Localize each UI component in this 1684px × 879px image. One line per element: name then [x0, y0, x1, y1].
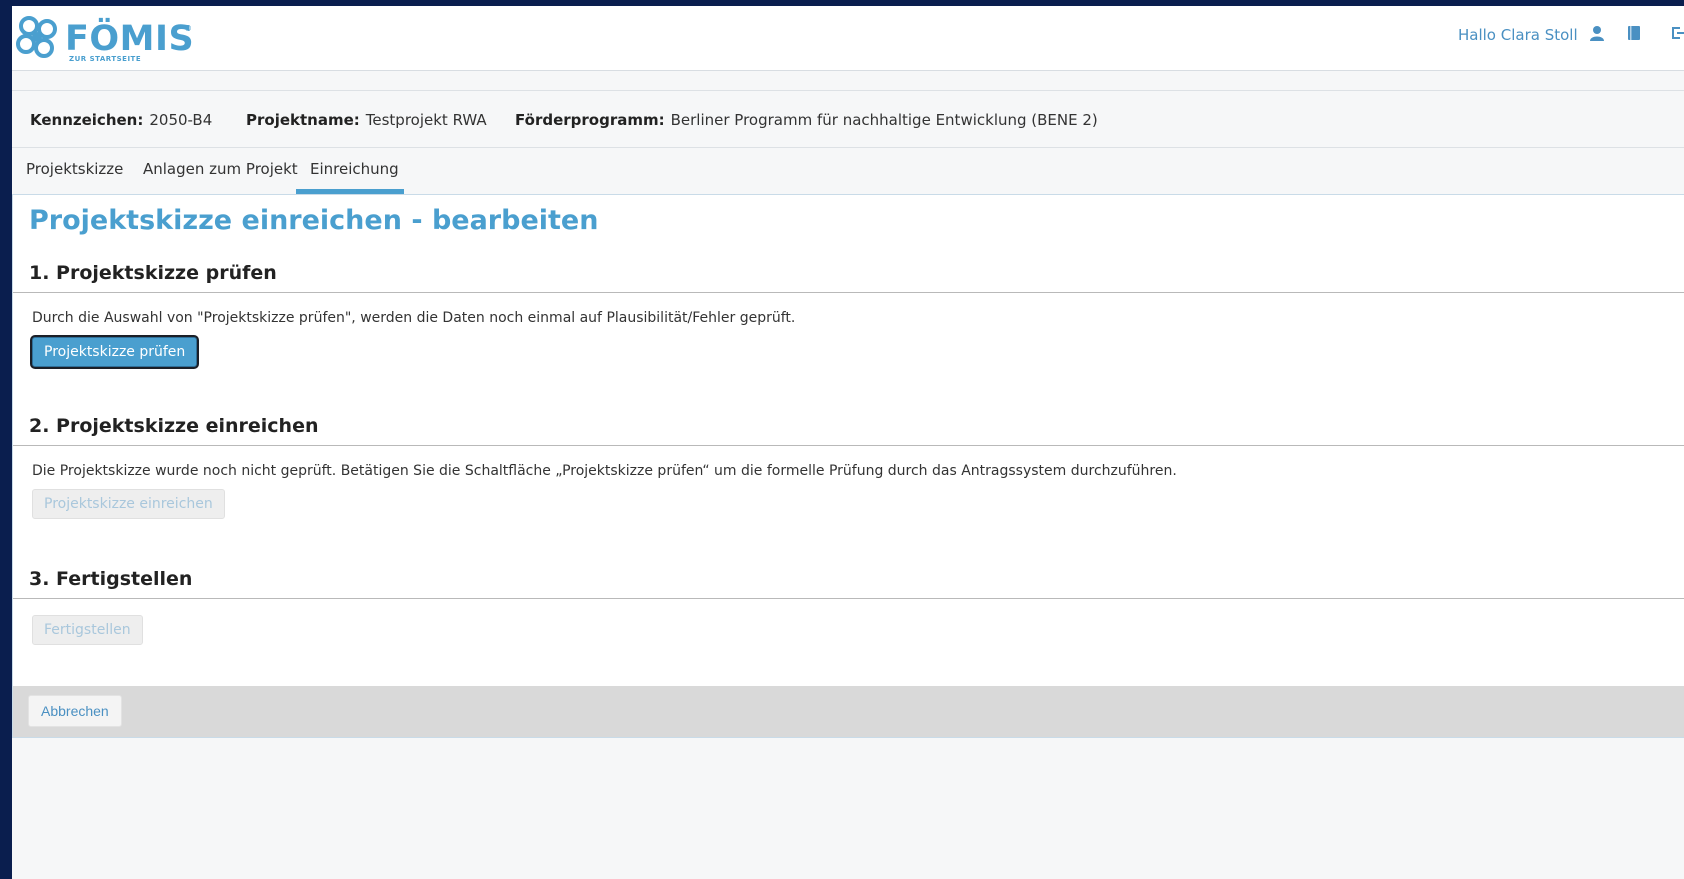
kennzeichen-field: Kennzeichen: 2050-B4 — [30, 111, 212, 129]
foerderprogramm-label: Förderprogramm: — [515, 111, 665, 129]
projektname-value: Testprojekt RWA — [365, 111, 487, 129]
section-heading-pruefen: 1. Projektskizze prüfen — [29, 262, 277, 284]
tab-anlagen-zum-projekt[interactable]: Anlagen zum Projekt — [143, 154, 298, 194]
foerderprogramm-value: Berliner Programm für nachhaltige Entwic… — [670, 111, 1098, 129]
home-logo-link[interactable]: FÖMIS ® ZUR STARTSEITE — [14, 14, 194, 66]
section-description-pruefen: Durch die Auswahl von "Projektskizze prü… — [32, 310, 796, 326]
projektname-label: Projektname: — [246, 111, 360, 129]
project-info-bar: Kennzeichen: 2050-B4 Projektname: Testproj… — [12, 90, 1684, 148]
section-divider — [13, 445, 1684, 446]
form-footer-bar: Abbrechen — [13, 686, 1684, 737]
section-heading-einreichen: 2. Projektskizze einreichen — [29, 415, 319, 437]
section-description-einreichen: Die Projektskizze wurde noch nicht geprü… — [32, 463, 1177, 479]
projektname-field: Projektname: Testprojekt RWA — [246, 111, 487, 129]
logo-wordmark: FÖMIS — [65, 19, 195, 59]
book-icon[interactable] — [1627, 25, 1641, 41]
section-heading-fertigstellen: 3. Fertigstellen — [29, 568, 193, 590]
app-window: FÖMIS ® ZUR STARTSEITE Hallo Clara Stoll… — [12, 6, 1684, 879]
logout-icon[interactable] — [1670, 25, 1684, 41]
kennzeichen-label: Kennzeichen: — [30, 111, 144, 129]
user-greeting[interactable]: Hallo Clara Stoll — [1458, 26, 1578, 44]
kennzeichen-value: 2050-B4 — [149, 111, 213, 129]
tab-bar: Projektskizze Anlagen zum Projekt Einrei… — [12, 154, 1684, 194]
logo-subtitle: ZUR STARTSEITE — [69, 55, 142, 63]
tab-projektskizze[interactable]: Projektskizze — [26, 154, 123, 194]
section-divider — [13, 292, 1684, 293]
cancel-button[interactable]: Abbrechen — [28, 695, 122, 727]
logo-icon — [16, 16, 57, 58]
user-icon[interactable] — [1589, 25, 1605, 41]
foerderprogramm-field: Förderprogramm: Berliner Programm für nac… — [515, 111, 1098, 129]
logo-registered-mark: ® — [184, 24, 192, 33]
top-navigation-bar: FÖMIS ® ZUR STARTSEITE Hallo Clara Stoll — [12, 6, 1684, 71]
section-divider — [13, 598, 1684, 599]
projektskizze-einreichen-button[interactable]: Projektskizze einreichen — [32, 489, 225, 519]
projektskizze-pruefen-button[interactable]: Projektskizze prüfen — [32, 337, 198, 367]
fertigstellen-button[interactable]: Fertigstellen — [32, 615, 143, 645]
page-title: Projektskizze einreichen - bearbeiten — [29, 205, 599, 236]
submission-panel: Projektskizze einreichen - bearbeiten 1.… — [12, 194, 1684, 738]
tab-einreichung[interactable]: Einreichung — [296, 154, 404, 194]
